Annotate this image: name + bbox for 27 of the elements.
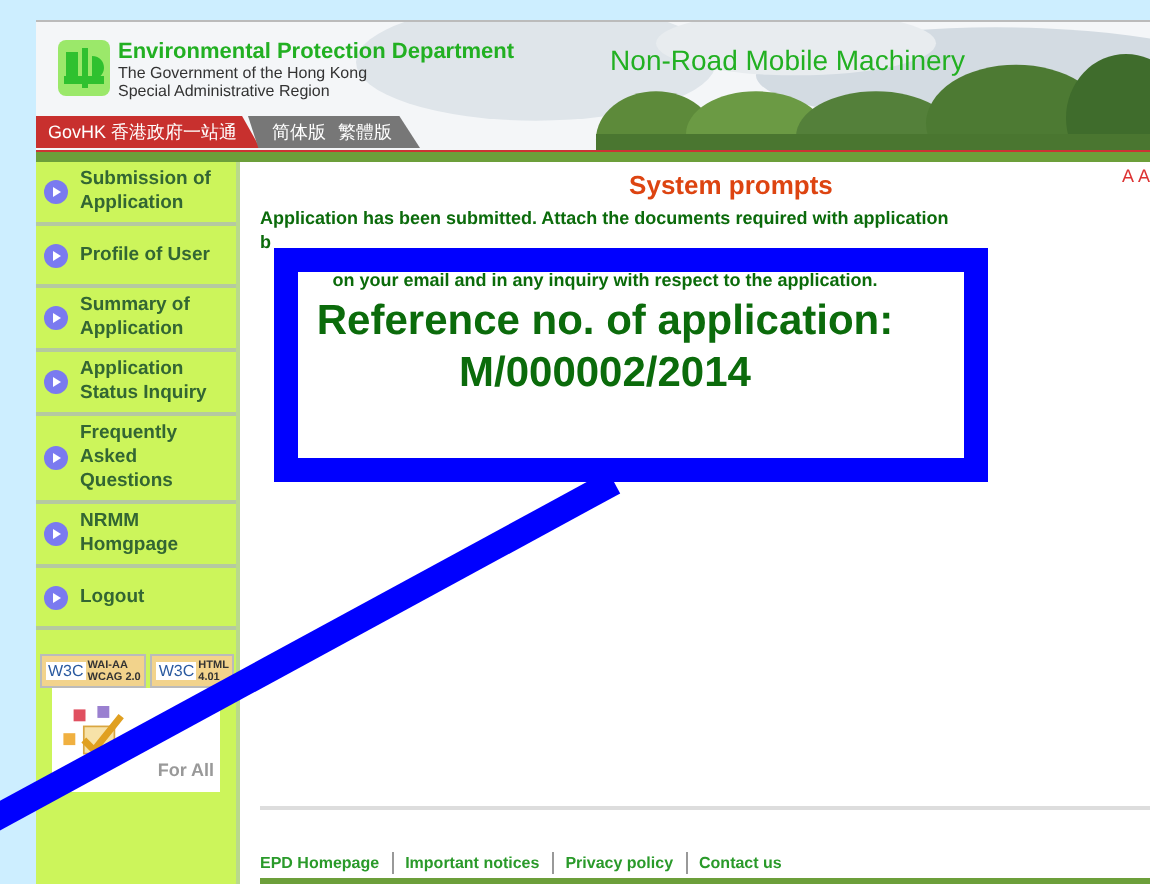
message-text: Application has been submitted. Attach the documents required with application — [260, 206, 951, 230]
footer-link[interactable]: Contact us — [699, 853, 782, 871]
menu-item[interactable]: Application Status Inquiry — [36, 352, 236, 416]
logo-icon — [58, 40, 110, 96]
site-title: Non-Road Mobile Machinery — [610, 44, 965, 76]
text-size-link[interactable]: A — [1121, 166, 1134, 186]
footer-link[interactable]: Important notices — [405, 853, 540, 871]
department-name: Environmental Protection Department — [118, 40, 515, 64]
govhk-link[interactable]: GovHK 香港政府一站通 — [36, 116, 260, 148]
language-link[interactable]: 简体版 — [272, 116, 326, 148]
footer-link[interactable]: EPD Homepage — [260, 853, 380, 871]
menu-item[interactable]: Summary of Application — [36, 288, 236, 352]
text-size-link[interactable]: A — [1137, 166, 1150, 186]
government-name: Special Administrative Region — [118, 82, 332, 100]
government-name: The Government of the Hong Kong — [118, 64, 370, 82]
message-text: b — [260, 230, 273, 254]
reference-number: M/000002/2014 — [457, 348, 753, 400]
menu-item[interactable]: NRMM Homgpage — [36, 504, 236, 568]
menu-item[interactable]: Submission of Application — [36, 162, 236, 226]
menu-item[interactable]: Frequently Asked Questions — [36, 416, 236, 504]
reference-label: Reference no. of application: — [314, 296, 896, 348]
message-text: on your email and in any inquiry with respect to the application. — [330, 268, 880, 292]
language-link[interactable]: 繁體版 — [338, 116, 392, 148]
menu-item[interactable]: Profile of User — [36, 226, 236, 288]
footer-link[interactable]: Privacy policy — [565, 853, 674, 871]
page-title: System prompts — [627, 169, 835, 199]
menu-item[interactable]: Logout — [36, 568, 236, 630]
